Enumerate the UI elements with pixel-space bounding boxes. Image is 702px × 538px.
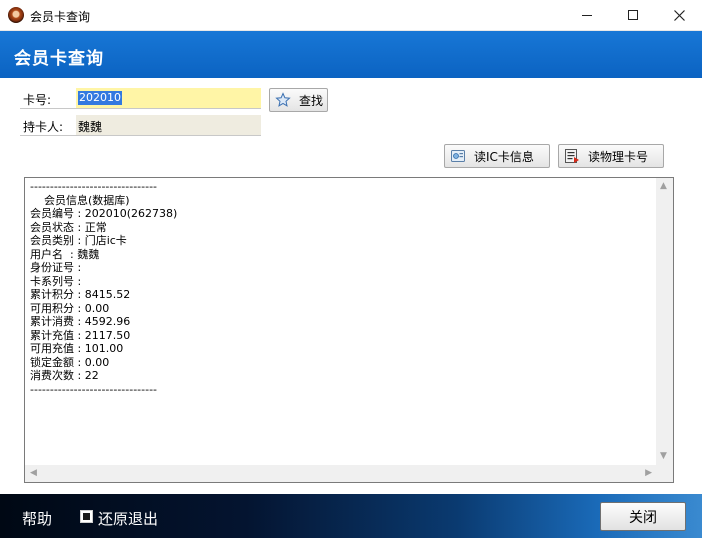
maximize-icon bbox=[628, 10, 638, 20]
close-button[interactable]: 关闭 bbox=[600, 502, 686, 531]
holder-field: 魏魏 bbox=[76, 115, 261, 135]
card-number-underline bbox=[20, 108, 261, 109]
read-physical-card-button[interactable]: 读物理卡号 bbox=[558, 144, 664, 168]
card-number-field[interactable]: 202010 bbox=[76, 88, 261, 108]
card-number-row: 卡号: 202010 bbox=[20, 88, 261, 109]
member-info-textarea[interactable]: -------------------------------- 会员信息(数据… bbox=[24, 177, 674, 483]
maximize-button[interactable] bbox=[610, 0, 656, 30]
app-logo-icon bbox=[8, 7, 24, 23]
card-number-label: 卡号: bbox=[23, 93, 52, 107]
footer-bar: 帮助 还原退出 bbox=[0, 494, 702, 538]
restore-exit-label[interactable]: 还原退出 bbox=[98, 508, 158, 529]
read-ic-card-label: 读IC卡信息 bbox=[474, 149, 534, 164]
card-reader-icon bbox=[451, 150, 465, 162]
minimize-icon bbox=[582, 14, 592, 16]
close-icon bbox=[673, 9, 685, 21]
scroll-down-icon[interactable]: ▼ bbox=[660, 452, 667, 461]
search-button-label: 查找 bbox=[299, 93, 324, 108]
search-button[interactable]: 查找 bbox=[269, 88, 328, 112]
header-banner: 会员卡查询 bbox=[0, 31, 702, 78]
restore-exit-checkbox[interactable] bbox=[80, 510, 93, 523]
scroll-corner bbox=[656, 465, 673, 482]
id-card-icon bbox=[565, 149, 579, 163]
title-bar: 会员卡查询 bbox=[0, 0, 702, 31]
minimize-button[interactable] bbox=[564, 0, 610, 30]
card-number-value[interactable]: 202010 bbox=[78, 91, 122, 105]
member-info-text: -------------------------------- 会员信息(数据… bbox=[30, 180, 178, 396]
read-physical-card-label: 读物理卡号 bbox=[588, 149, 649, 164]
scroll-up-icon[interactable]: ▲ bbox=[660, 182, 667, 191]
window-title: 会员卡查询 bbox=[30, 10, 91, 24]
vertical-scrollbar[interactable]: ▲ ▼ bbox=[656, 178, 673, 465]
holder-row: 持卡人: 魏魏 bbox=[20, 115, 261, 136]
read-ic-card-button[interactable]: 读IC卡信息 bbox=[444, 144, 550, 168]
holder-value: 魏魏 bbox=[78, 120, 103, 134]
horizontal-scrollbar[interactable]: ◀ ▶ bbox=[25, 465, 657, 482]
scroll-right-icon[interactable]: ▶ bbox=[645, 469, 652, 478]
page-title: 会员卡查询 bbox=[14, 49, 104, 69]
holder-underline bbox=[20, 135, 261, 136]
help-link[interactable]: 帮助 bbox=[22, 508, 52, 529]
scroll-left-icon[interactable]: ◀ bbox=[30, 469, 37, 478]
search-star-icon bbox=[275, 92, 291, 107]
holder-label: 持卡人: bbox=[23, 120, 64, 134]
window-close-button[interactable] bbox=[656, 0, 702, 30]
checkbox-check-icon bbox=[83, 513, 90, 520]
